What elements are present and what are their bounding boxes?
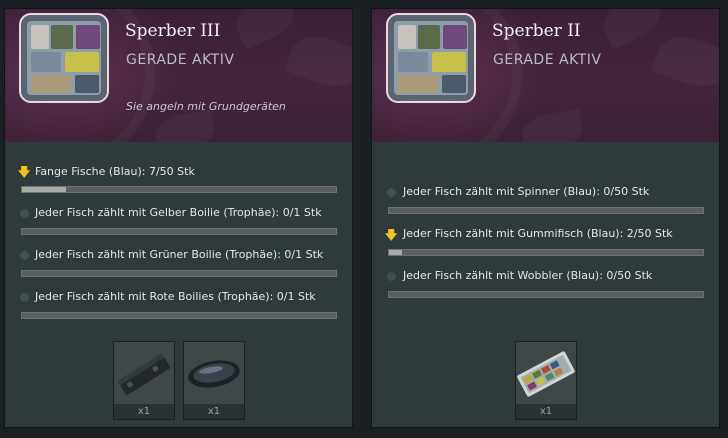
task-label: Fange Fische (Blau): 7/50 Stk bbox=[35, 165, 195, 178]
oval-tray-icon bbox=[184, 342, 244, 404]
inactive-task-dot-icon bbox=[20, 209, 29, 218]
inactive-task-dot-icon bbox=[387, 272, 396, 281]
task-progress-bar bbox=[388, 291, 704, 298]
reward-slot[interactable]: x1 bbox=[183, 341, 245, 420]
quest-card-sperber-2[interactable]: Sperber II GERADE AKTIV Jeder Fisch zähl… bbox=[371, 8, 720, 428]
quest-title: Sperber II bbox=[492, 21, 581, 41]
tackle-box-icon bbox=[386, 13, 476, 103]
task-progress-bar bbox=[21, 270, 337, 277]
reward-quantity: x1 bbox=[184, 404, 244, 419]
task-label: Jeder Fisch zählt mit Rote Boilies (Trop… bbox=[35, 290, 316, 303]
dark-case-icon bbox=[114, 342, 174, 404]
task-label: Jeder Fisch zählt mit Gelber Boilie (Tro… bbox=[35, 206, 322, 219]
quest-status: GERADE AKTIV bbox=[493, 52, 602, 68]
reward-quantity: x1 bbox=[114, 404, 174, 419]
quest-header: Sperber II GERADE AKTIV bbox=[372, 9, 719, 142]
inactive-task-dot-icon bbox=[387, 188, 396, 197]
task-label: Jeder Fisch zählt mit Wobbler (Blau): 0/… bbox=[403, 269, 653, 282]
task-label: Jeder Fisch zählt mit Spinner (Blau): 0/… bbox=[403, 185, 650, 198]
quest-status: GERADE AKTIV bbox=[126, 52, 235, 68]
task-progress-bar bbox=[21, 228, 337, 235]
lure-box-icon bbox=[516, 342, 576, 404]
reward-quantity: x1 bbox=[516, 404, 576, 419]
reward-slot[interactable]: x1 bbox=[515, 341, 577, 420]
task-progress-bar bbox=[21, 186, 337, 193]
active-task-arrow-icon: 🡇 bbox=[18, 165, 31, 179]
task-label: Jeder Fisch zählt mit Grüner Boilie (Tro… bbox=[35, 248, 324, 261]
task-progress-bar bbox=[388, 207, 704, 214]
task-label: Jeder Fisch zählt mit Gummifisch (Blau):… bbox=[403, 227, 673, 240]
inactive-task-dot-icon bbox=[20, 251, 29, 260]
quest-title: Sperber III bbox=[125, 21, 221, 41]
task-progress-bar bbox=[21, 312, 337, 319]
task-progress-bar bbox=[388, 249, 704, 256]
tackle-box-icon bbox=[19, 13, 109, 103]
active-task-arrow-icon: 🡇 bbox=[385, 228, 398, 242]
quest-card-sperber-3[interactable]: Sperber III GERADE AKTIV Sie angeln mit … bbox=[4, 8, 353, 428]
quest-description: Sie angeln mit Grundgeräten bbox=[126, 100, 286, 113]
quest-header: Sperber III GERADE AKTIV Sie angeln mit … bbox=[5, 9, 352, 142]
reward-slot[interactable]: x1 bbox=[113, 341, 175, 420]
inactive-task-dot-icon bbox=[20, 293, 29, 302]
